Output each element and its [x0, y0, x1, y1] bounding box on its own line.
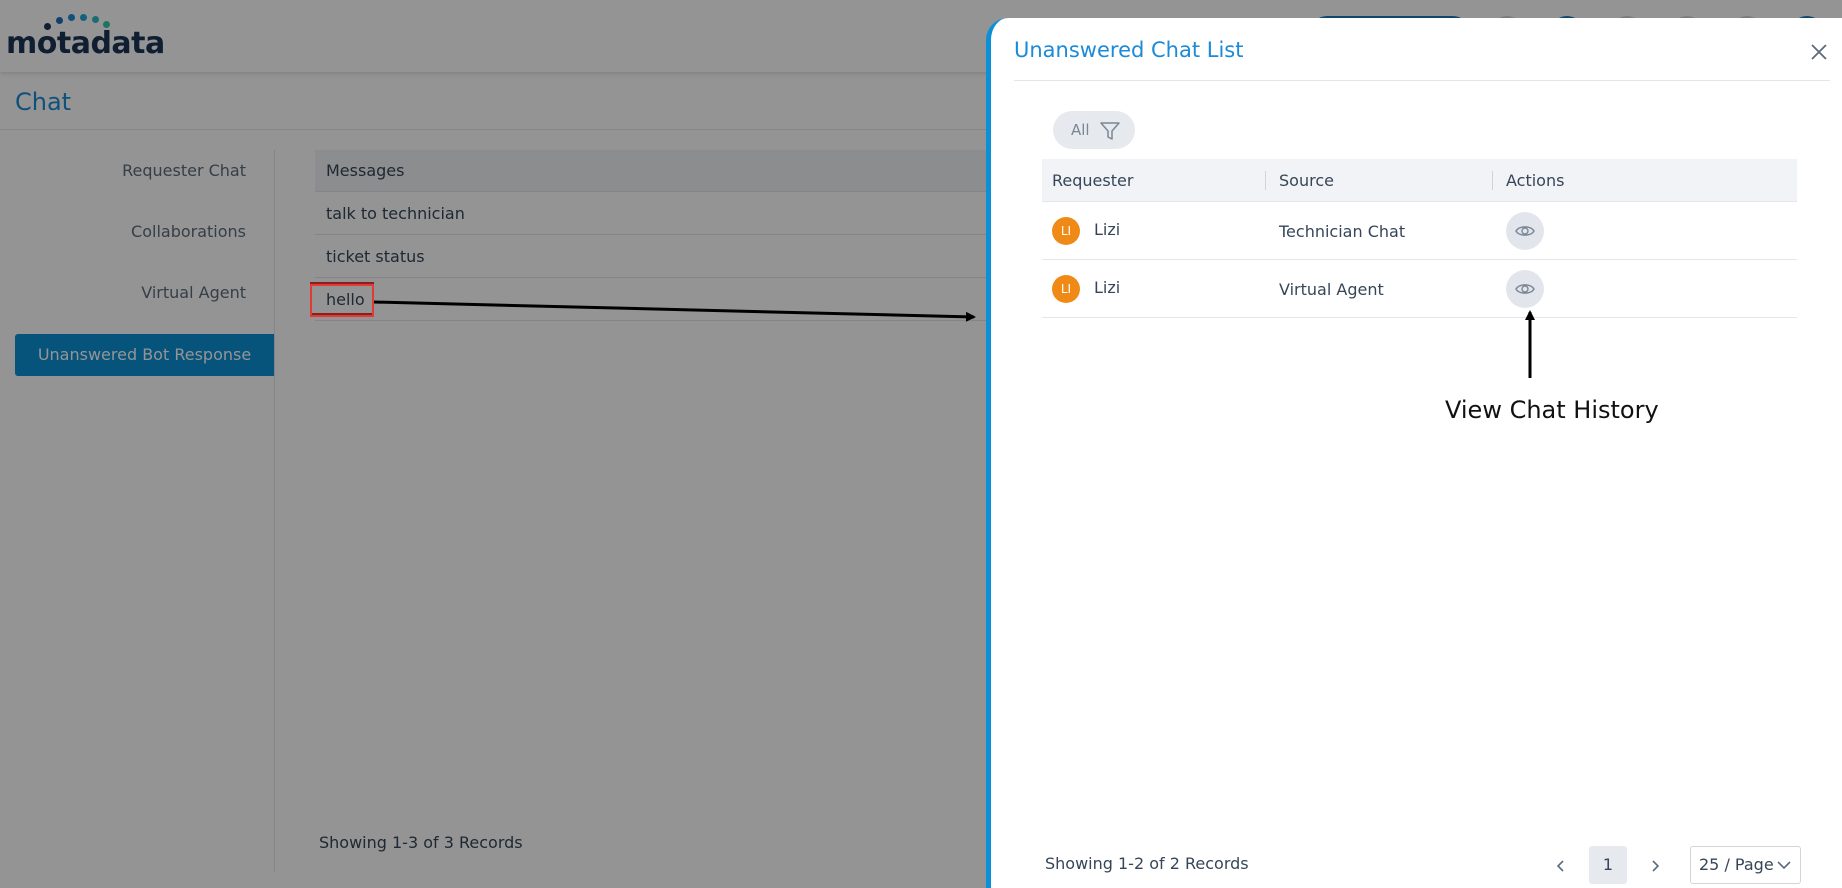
filter-icon [1099, 120, 1121, 142]
column-divider [1492, 171, 1493, 190]
unanswered-chat-table: Requester Source Actions LI Lizi Technic… [1042, 159, 1797, 318]
avatar: LI [1052, 217, 1080, 245]
column-header-actions: Actions [1506, 171, 1565, 190]
table-header: Requester Source Actions [1042, 159, 1797, 202]
filter-label: All [1071, 121, 1090, 139]
divider [1014, 80, 1830, 81]
column-divider [1265, 171, 1266, 190]
record-count: Showing 1-2 of 2 Records [1045, 854, 1249, 873]
column-header-requester[interactable]: Requester [1052, 171, 1133, 190]
annotation-label: View Chat History [1445, 396, 1659, 424]
page-number[interactable]: 1 [1589, 846, 1627, 884]
view-chat-history-button[interactable] [1506, 270, 1544, 308]
close-icon[interactable] [1807, 40, 1831, 64]
filter-chip[interactable]: All [1053, 111, 1135, 149]
eye-icon [1515, 284, 1535, 294]
view-chat-history-button[interactable] [1506, 212, 1544, 250]
column-header-source[interactable]: Source [1279, 171, 1334, 190]
page-size-select[interactable]: 25 / Page [1690, 846, 1801, 884]
table-row: LI Lizi Virtual Agent [1042, 260, 1797, 318]
drawer-title: Unanswered Chat List [1014, 38, 1244, 62]
chevron-left-icon[interactable] [1551, 856, 1571, 876]
hello-highlight-box [310, 284, 374, 317]
chevron-right-icon[interactable] [1645, 856, 1665, 876]
table-row: LI Lizi Technician Chat [1042, 202, 1797, 260]
unanswered-chat-drawer: Unanswered Chat List All Requester Sourc… [986, 18, 1842, 888]
source-name: Technician Chat [1279, 222, 1406, 241]
eye-icon [1515, 226, 1535, 236]
page-size-value: 25 / Page [1699, 855, 1774, 874]
avatar: LI [1052, 275, 1080, 303]
source-name: Virtual Agent [1279, 280, 1384, 299]
requester-name: Lizi [1094, 278, 1121, 297]
requester-name: Lizi [1094, 220, 1121, 239]
chevron-down-icon [1777, 861, 1791, 870]
